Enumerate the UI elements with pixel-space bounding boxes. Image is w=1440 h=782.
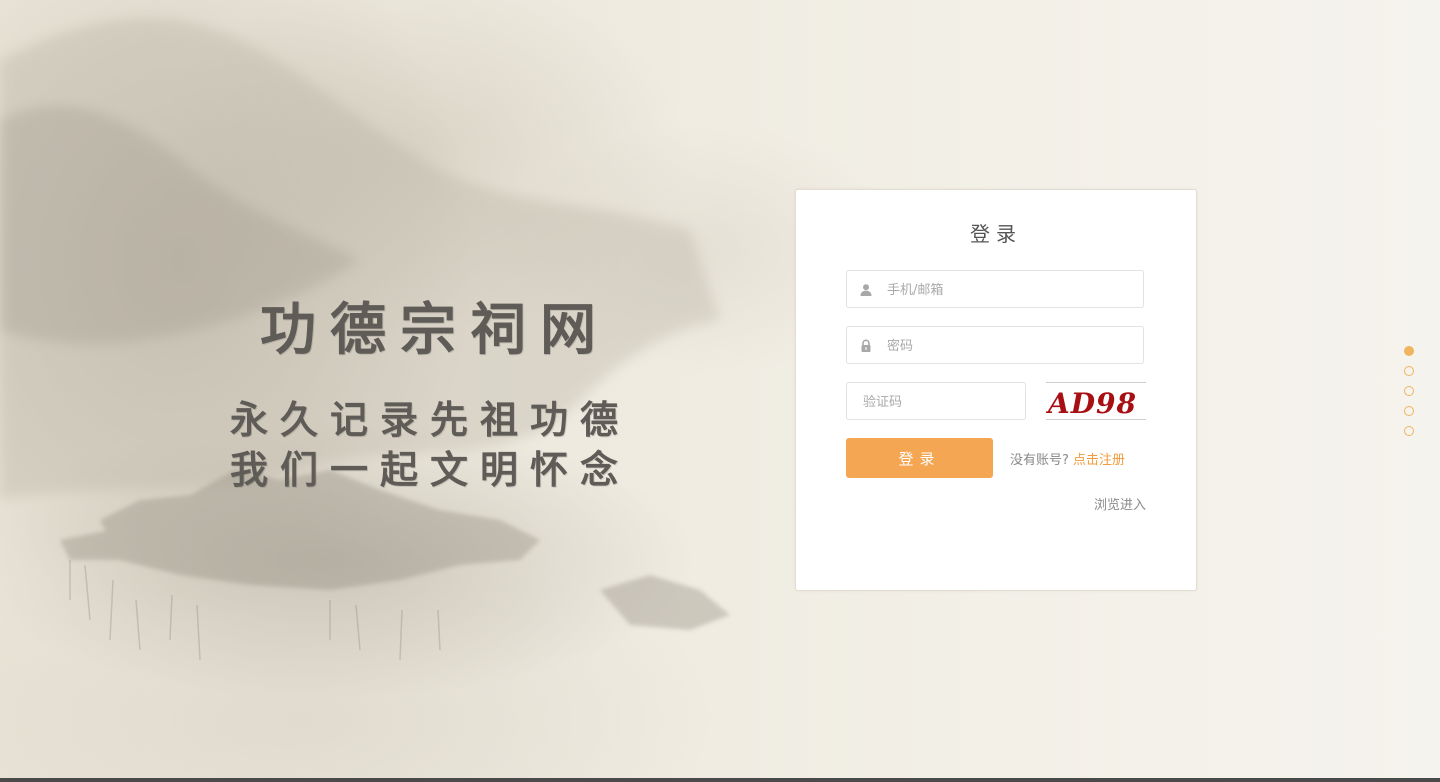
site-title: 功德宗祠网 [260, 297, 610, 363]
login-title: 登录 [970, 222, 1022, 246]
password-field [846, 326, 1144, 365]
login-button[interactable]: 登录 [846, 438, 993, 478]
password-input[interactable] [885, 327, 1139, 365]
login-page: 功德宗祠网 永久记录先祖功德 我们一起文明怀念 登录 AD98 [0, 0, 1440, 782]
slogan-line-2: 我们一起文明怀念 [229, 447, 630, 492]
register-link[interactable]: 点击注册 [1073, 453, 1125, 468]
slide-dot-4[interactable] [1404, 406, 1414, 416]
register-prompt: 没有账号? 点击注册 [1010, 449, 1125, 468]
lock-icon [861, 339, 871, 352]
slide-dot-2[interactable] [1404, 366, 1414, 376]
slide-dot-1[interactable] [1404, 346, 1414, 356]
username-field [846, 270, 1144, 309]
username-input[interactable] [885, 271, 1139, 309]
slide-dot-5[interactable] [1404, 426, 1414, 436]
slide-dot-3[interactable] [1404, 386, 1414, 396]
captcha-field [846, 382, 1026, 421]
slogan-line-1: 永久记录先祖功德 [229, 397, 630, 442]
bottom-edge [0, 778, 1440, 782]
brand-block: 功德宗祠网 永久记录先祖功德 我们一起文明怀念 [220, 295, 640, 495]
captcha-image[interactable]: AD98 [1046, 382, 1146, 420]
browse-link[interactable]: 浏览进入 [1094, 494, 1146, 513]
captcha-text: AD98 [1046, 387, 1137, 419]
captcha-input[interactable] [861, 383, 1025, 421]
login-card: 登录 AD98 登录 没有账号? [795, 189, 1197, 591]
user-icon [860, 284, 872, 296]
slide-pagination [1404, 346, 1414, 446]
no-account-text: 没有账号? [1010, 453, 1069, 468]
